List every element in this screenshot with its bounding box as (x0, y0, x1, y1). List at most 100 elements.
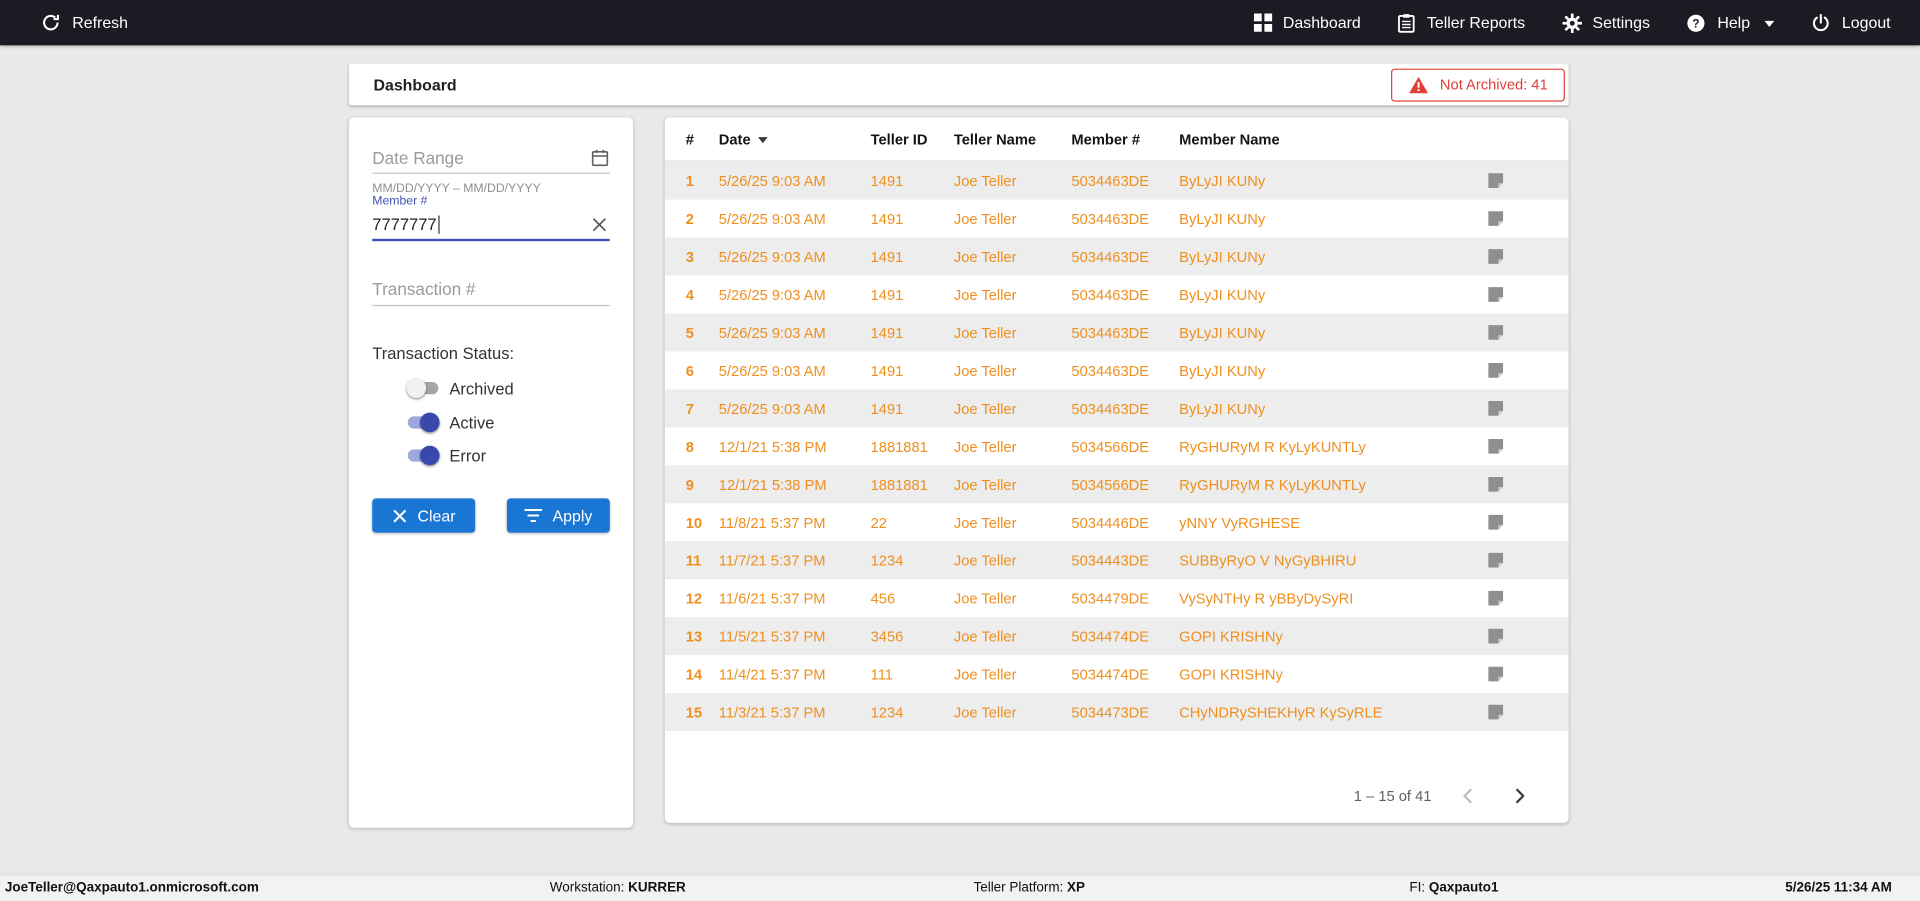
date-range-input[interactable]: Date Range (372, 142, 610, 174)
toggle-archived[interactable]: Archived (406, 376, 514, 400)
row-number: 3 (685, 247, 694, 266)
row-member-number: 5034446DE (1071, 513, 1150, 531)
table-row[interactable]: 8 12/1/21 5:38 PM 1881881 Joe Teller 503… (665, 427, 1569, 465)
row-teller-name: Joe Teller (953, 703, 1017, 721)
clear-x-icon (392, 508, 408, 524)
row-number: 10 (685, 513, 703, 531)
table-row[interactable]: 1 5/26/25 9:03 AM 1491 Joe Teller 503446… (664, 161, 1569, 200)
note-icon[interactable] (1476, 703, 1505, 721)
row-member-name: ByLyJI KUNy (1179, 210, 1266, 228)
table-row[interactable]: 9 12/1/21 5:38 PM 1881881 Joe Teller 503… (664, 465, 1569, 504)
note-icon[interactable] (1476, 361, 1505, 379)
row-teller-id: 1234 (870, 703, 904, 721)
row-teller-id: 1491 (870, 247, 904, 266)
pagination-range: 1 – 15 of 41 (1353, 787, 1432, 805)
row-teller-id: 111 (870, 665, 893, 683)
table-row[interactable]: 13 11/5/21 5:37 PM 3456 Joe Teller 50344… (664, 617, 1569, 656)
table-row[interactable]: 10 11/8/21 5:37 PM 22 Joe Teller 5034446… (665, 503, 1569, 541)
clear-button[interactable]: Clear (372, 498, 476, 533)
chevron-down-icon (1764, 20, 1775, 27)
workstation-info: Workstation: KURRER (550, 876, 686, 901)
row-teller-name: Joe Teller (953, 210, 1017, 228)
note-icon[interactable] (1476, 323, 1505, 341)
fi-label: FI: (1409, 880, 1426, 896)
row-number: 4 (685, 285, 694, 304)
row-member-number: 5034463DE (1071, 361, 1150, 379)
transaction-number-input[interactable]: Transaction # (372, 273, 610, 307)
row-member-name: GOPI KRISHNy (1179, 627, 1283, 645)
nav-logout[interactable]: Logout (1811, 13, 1891, 33)
row-teller-name: Joe Teller (953, 627, 1017, 645)
table-row[interactable]: 2 5/26/25 9:03 AM 1491 Joe Teller 503446… (665, 200, 1569, 238)
text-cursor (437, 214, 440, 234)
note-icon[interactable] (1476, 399, 1505, 417)
refresh-button[interactable]: Refresh (40, 12, 128, 33)
note-icon[interactable] (1476, 171, 1505, 189)
row-teller-name: Joe Teller (953, 513, 1017, 531)
row-date: 11/7/21 5:37 PM (718, 551, 826, 569)
row-teller-name: Joe Teller (953, 247, 1017, 266)
nav-logout-label: Logout (1841, 13, 1891, 32)
row-teller-id: 3456 (870, 627, 904, 645)
note-icon[interactable] (1476, 627, 1505, 645)
note-icon[interactable] (1476, 589, 1505, 607)
row-teller-id: 1881881 (870, 437, 928, 455)
row-member-name: yNNY VyRGHESE (1179, 513, 1301, 531)
row-teller-name: Joe Teller (953, 285, 1017, 304)
column-header-date[interactable]: Date (719, 130, 871, 148)
row-date: 11/8/21 5:37 PM (718, 513, 826, 531)
row-teller-id: 1881881 (870, 475, 928, 493)
member-number-value: 7777777 (372, 214, 437, 234)
row-number: 1 (685, 172, 694, 190)
table-row[interactable]: 12 11/6/21 5:37 PM 456 Joe Teller 503447… (665, 579, 1569, 617)
nav-help[interactable]: ? Help (1687, 13, 1775, 33)
row-member-name: SUBByRyO V NyGyBHIRU (1179, 551, 1357, 569)
note-icon[interactable] (1476, 665, 1505, 683)
not-archived-badge[interactable]: Not Archived: 41 (1390, 67, 1565, 102)
nav-teller-reports[interactable]: Teller Reports (1398, 13, 1526, 33)
table-row[interactable]: 11 11/7/21 5:37 PM 1234 Joe Teller 50344… (664, 541, 1569, 580)
note-icon[interactable] (1476, 437, 1505, 455)
nav-teller-reports-label: Teller Reports (1426, 13, 1526, 32)
note-icon[interactable] (1476, 513, 1505, 531)
row-member-number: 5034479DE (1071, 589, 1150, 607)
table-row[interactable]: 4 5/26/25 9:03 AM 1491 Joe Teller 503446… (665, 276, 1569, 314)
toggle-error[interactable]: Error (407, 443, 487, 467)
member-number-input[interactable]: 7777777 (372, 209, 610, 242)
row-number: 12 (685, 589, 703, 607)
clear-member-icon[interactable] (589, 214, 610, 235)
row-date: 5/26/25 9:03 AM (718, 361, 826, 379)
table-row[interactable]: 15 11/3/21 5:37 PM 1234 Joe Teller 50344… (664, 693, 1569, 732)
next-page-button[interactable] (1505, 781, 1534, 810)
row-date: 11/4/21 5:37 PM (718, 665, 826, 683)
svg-text:?: ? (1693, 17, 1700, 30)
sort-desc-icon (757, 137, 768, 144)
dashboard-icon (1253, 13, 1272, 32)
status-bar: JoeTeller@Qaxpauto1.onmicrosoft.com Work… (0, 874, 1920, 901)
table-row[interactable]: 14 11/4/21 5:37 PM 111 Joe Teller 503447… (665, 655, 1569, 693)
row-member-number: 5034463DE (1071, 323, 1150, 342)
apply-button[interactable]: Apply (506, 498, 610, 533)
row-date: 11/3/21 5:37 PM (718, 703, 826, 721)
table-row[interactable]: 5 5/26/25 9:03 AM 1491 Joe Teller 503446… (664, 313, 1569, 352)
note-icon[interactable] (1476, 475, 1505, 493)
toggle-error-label: Error (449, 446, 487, 465)
row-member-name: ByLyJI KUNy (1179, 399, 1266, 417)
table-row[interactable]: 6 5/26/25 9:03 AM 1491 Joe Teller 503446… (665, 351, 1569, 389)
note-icon[interactable] (1476, 551, 1505, 569)
row-member-number: 5034566DE (1071, 437, 1150, 455)
calendar-icon[interactable] (590, 148, 610, 168)
toggle-active[interactable]: Active (407, 410, 494, 434)
table-row[interactable]: 3 5/26/25 9:03 AM 1491 Joe Teller 503446… (664, 237, 1569, 276)
previous-page-button[interactable] (1453, 781, 1482, 810)
nav-settings[interactable]: Settings (1561, 12, 1650, 33)
column-header-member-number: Member # (1071, 130, 1141, 148)
row-member-number: 5034443DE (1071, 551, 1150, 569)
note-icon[interactable] (1476, 285, 1505, 303)
row-teller-id: 22 (870, 513, 887, 531)
note-icon[interactable] (1476, 209, 1505, 227)
not-archived-label: Not Archived: 41 (1439, 75, 1548, 94)
table-row[interactable]: 7 5/26/25 9:03 AM 1491 Joe Teller 503446… (664, 389, 1569, 428)
note-icon[interactable] (1476, 247, 1505, 265)
nav-dashboard[interactable]: Dashboard (1253, 13, 1361, 32)
